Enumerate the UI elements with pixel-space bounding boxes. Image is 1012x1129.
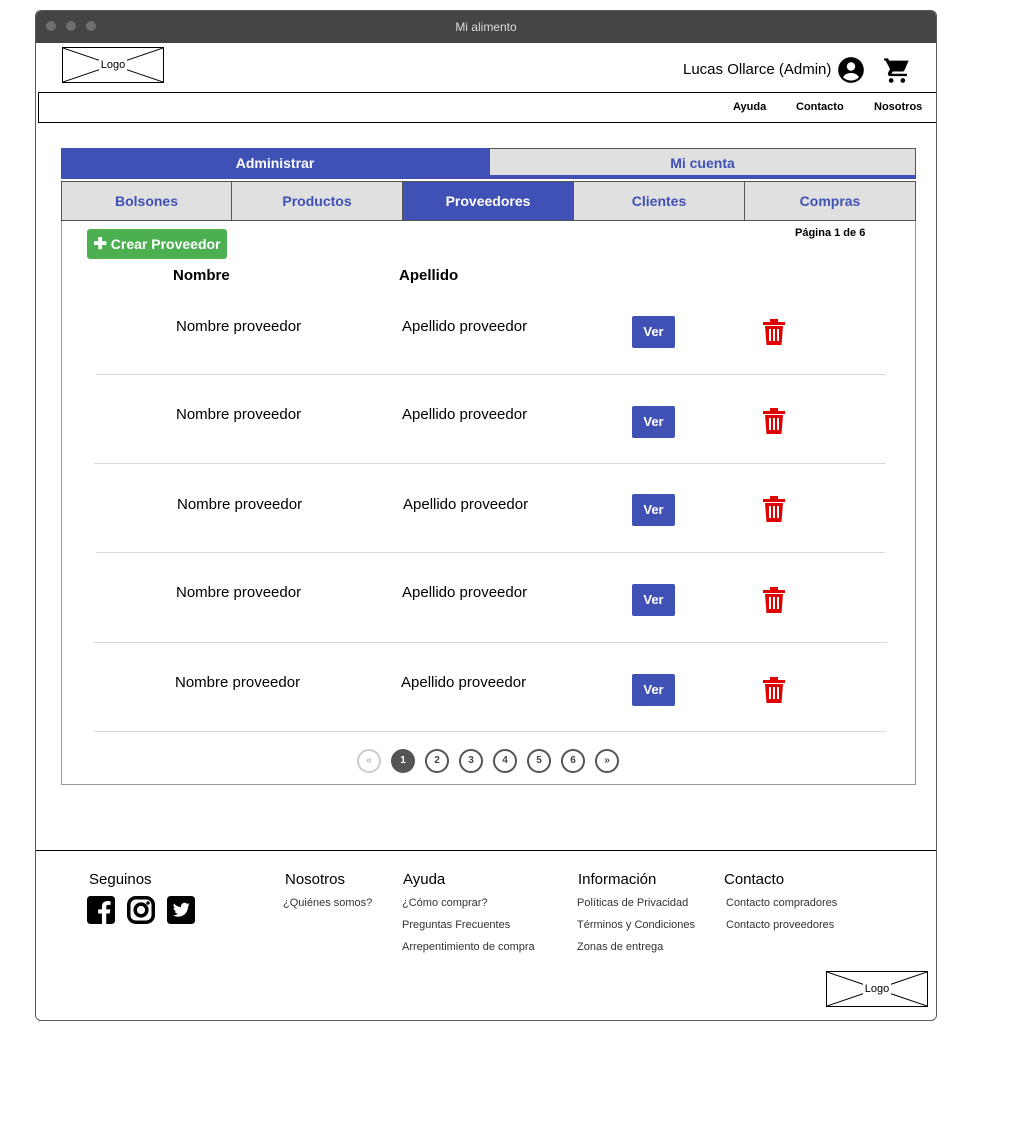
pagination-prev[interactable]: « bbox=[357, 749, 381, 773]
pagination-page-6[interactable]: 6 bbox=[561, 749, 585, 773]
top-navbar: Ayuda Contacto Nosotros bbox=[38, 92, 936, 123]
header-logo-label: Logo bbox=[98, 59, 128, 71]
facebook-icon[interactable] bbox=[87, 896, 115, 924]
view-button[interactable]: Ver bbox=[632, 406, 675, 438]
trash-icon[interactable] bbox=[763, 587, 785, 613]
footer-nosotros-title: Nosotros bbox=[285, 871, 346, 888]
tab-mi-cuenta[interactable]: Mi cuenta bbox=[489, 148, 916, 179]
footer-seguinos-title: Seguinos bbox=[89, 871, 152, 888]
row-apellido: Apellido proveedor bbox=[402, 584, 528, 601]
header-logo[interactable]: Logo bbox=[62, 47, 164, 83]
footer-link-como-comprar[interactable]: ¿Cómo comprar? bbox=[402, 897, 488, 909]
view-button[interactable]: Ver bbox=[632, 316, 675, 348]
create-provider-button[interactable]: ✚ Crear Proveedor bbox=[87, 229, 227, 259]
pagination-page-3[interactable]: 3 bbox=[459, 749, 483, 773]
row-apellido: Apellido proveedor bbox=[402, 318, 528, 335]
browser-window: Mi alimento Logo Lucas Ollarce (Admin) A… bbox=[35, 10, 937, 1021]
footer-link-terminos[interactable]: Términos y Condiciones bbox=[577, 919, 695, 931]
pagination-page-1[interactable]: 1 bbox=[391, 749, 415, 773]
trash-icon[interactable] bbox=[763, 408, 785, 434]
row-divider bbox=[94, 731, 886, 732]
row-divider bbox=[96, 552, 885, 553]
minimize-dot[interactable] bbox=[66, 21, 76, 31]
row-nombre: Nombre proveedor bbox=[177, 496, 303, 513]
view-button[interactable]: Ver bbox=[632, 674, 675, 706]
close-dot[interactable] bbox=[46, 21, 56, 31]
footer-link-arrepentimiento[interactable]: Arrepentimiento de compra bbox=[402, 941, 535, 953]
create-provider-label: Crear Proveedor bbox=[110, 236, 221, 252]
user-name[interactable]: Lucas Ollarce (Admin) bbox=[683, 61, 831, 78]
pagination-page-5[interactable]: 5 bbox=[527, 749, 551, 773]
pagination-page-2[interactable]: 2 bbox=[425, 749, 449, 773]
tab-productos[interactable]: Productos bbox=[232, 181, 403, 221]
row-nombre: Nombre proveedor bbox=[176, 318, 302, 335]
footer-contacto-title: Contacto bbox=[724, 871, 785, 888]
twitter-icon[interactable] bbox=[167, 896, 195, 924]
footer-divider bbox=[36, 850, 936, 851]
column-header-nombre: Nombre bbox=[173, 267, 230, 284]
trash-icon[interactable] bbox=[763, 496, 785, 522]
pagination-next[interactable]: » bbox=[595, 749, 619, 773]
row-apellido: Apellido proveedor bbox=[402, 406, 528, 423]
footer-ayuda-title: Ayuda bbox=[403, 871, 446, 888]
view-button[interactable]: Ver bbox=[632, 494, 675, 526]
row-divider bbox=[94, 642, 887, 643]
nav-contacto[interactable]: Contacto bbox=[796, 101, 844, 113]
maximize-dot[interactable] bbox=[86, 21, 96, 31]
tab-clientes[interactable]: Clientes bbox=[574, 181, 745, 221]
tab-administrar[interactable]: Administrar bbox=[61, 148, 489, 179]
footer-link-zonas[interactable]: Zonas de entrega bbox=[577, 941, 663, 953]
row-apellido: Apellido proveedor bbox=[403, 496, 529, 513]
footer-logo-label: Logo bbox=[862, 983, 892, 995]
window-titlebar: Mi alimento bbox=[36, 11, 936, 43]
column-header-apellido: Apellido bbox=[399, 267, 459, 284]
tab-bolsones[interactable]: Bolsones bbox=[61, 181, 232, 221]
nav-nosotros[interactable]: Nosotros bbox=[874, 101, 922, 113]
footer-link-compradores[interactable]: Contacto compradores bbox=[726, 897, 837, 909]
view-button[interactable]: Ver bbox=[632, 584, 675, 616]
pagination-page-4[interactable]: 4 bbox=[493, 749, 517, 773]
footer-logo[interactable]: Logo bbox=[826, 971, 928, 1007]
plus-icon: ✚ bbox=[93, 236, 107, 253]
page-info: Página 1 de 6 bbox=[795, 227, 866, 239]
user-icon[interactable] bbox=[837, 56, 865, 84]
row-divider bbox=[96, 374, 886, 375]
row-apellido: Apellido proveedor bbox=[401, 674, 527, 691]
nav-ayuda[interactable]: Ayuda bbox=[733, 101, 766, 113]
row-nombre: Nombre proveedor bbox=[175, 674, 301, 691]
footer-link-quienes-somos[interactable]: ¿Quiénes somos? bbox=[283, 897, 372, 909]
row-nombre: Nombre proveedor bbox=[176, 584, 302, 601]
trash-icon[interactable] bbox=[763, 677, 785, 703]
footer-link-preguntas[interactable]: Preguntas Frecuentes bbox=[402, 919, 510, 931]
footer-informacion-title: Información bbox=[578, 871, 657, 888]
instagram-icon[interactable] bbox=[127, 896, 155, 924]
tab-compras[interactable]: Compras bbox=[745, 181, 916, 221]
footer-link-proveedores[interactable]: Contacto proveedores bbox=[726, 919, 834, 931]
row-nombre: Nombre proveedor bbox=[176, 406, 302, 423]
window-title: Mi alimento bbox=[455, 20, 517, 34]
row-divider bbox=[94, 463, 886, 464]
trash-icon[interactable] bbox=[763, 319, 785, 345]
cart-icon[interactable] bbox=[883, 56, 911, 84]
footer-link-privacidad[interactable]: Políticas de Privacidad bbox=[577, 897, 688, 909]
tab-proveedores[interactable]: Proveedores bbox=[403, 181, 574, 221]
